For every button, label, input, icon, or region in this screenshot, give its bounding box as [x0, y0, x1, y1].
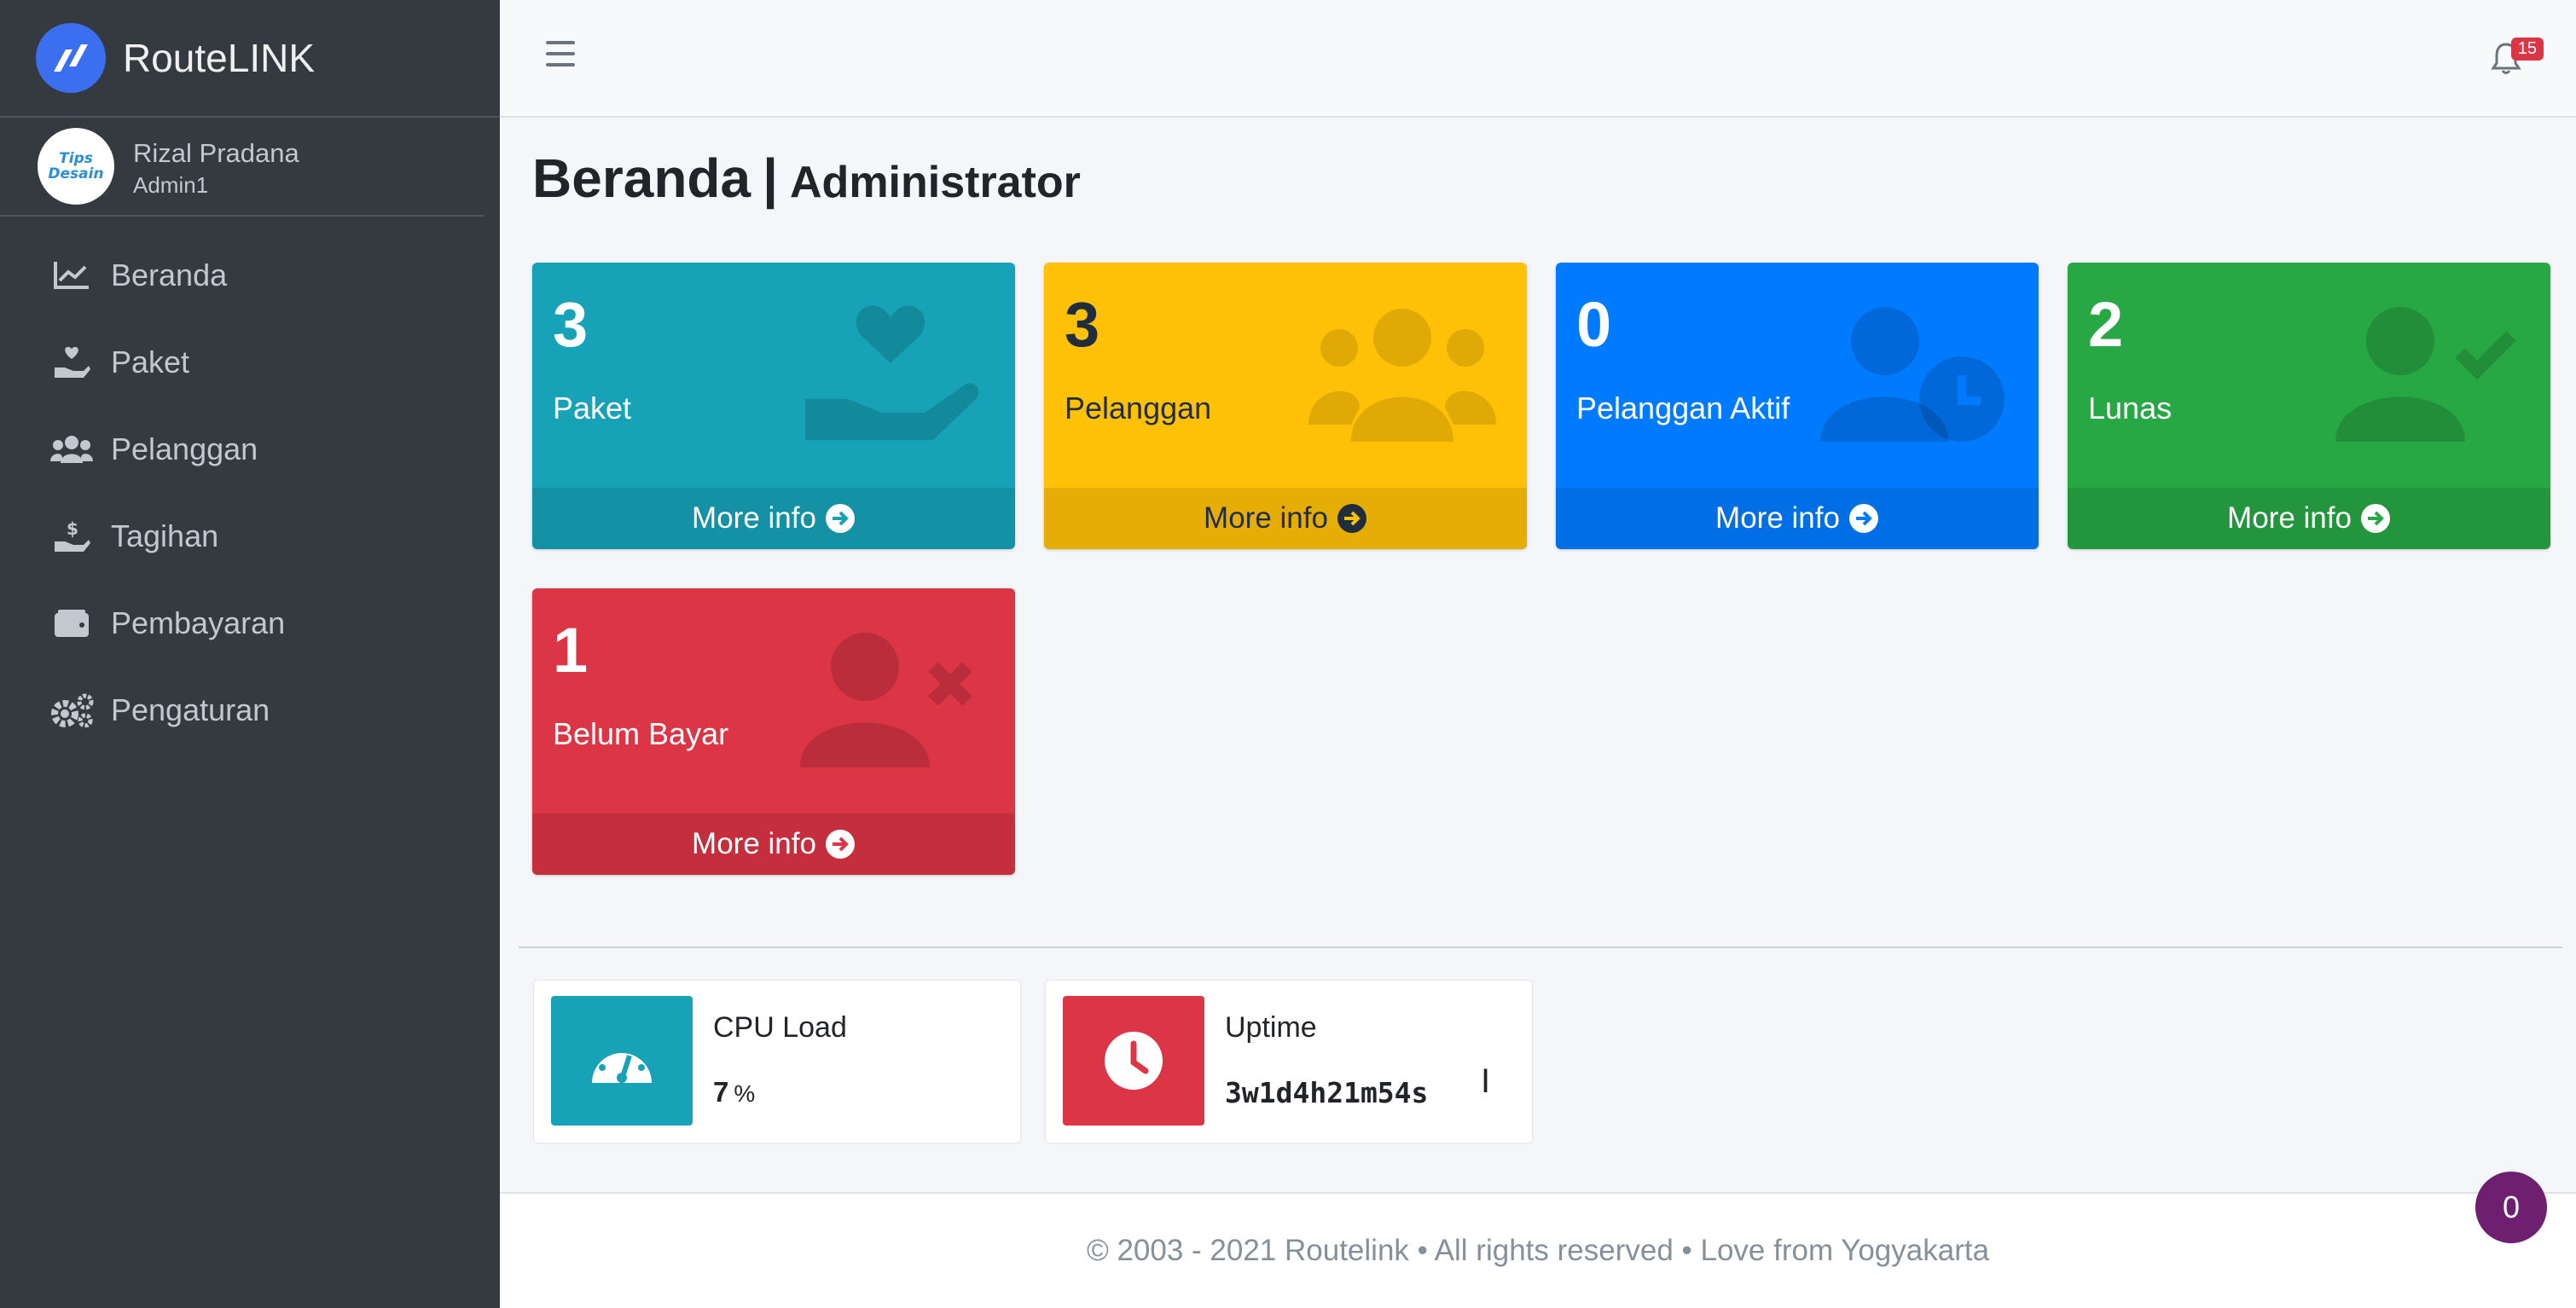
stat-box-pelanggan-aktif: 0 Pelanggan Aktif More info — [1556, 263, 2039, 549]
arrow-circle-right-icon — [825, 503, 856, 534]
sidebar-item-label: Pengaturan — [111, 692, 270, 727]
brand-name: RouteLINK — [123, 36, 316, 80]
avatar: Tips Desain — [38, 128, 114, 205]
user-role: Admin1 — [133, 171, 209, 198]
more-info-link[interactable]: More info — [1556, 488, 2039, 549]
page-footer: © 2003 - 2021 Routelink • All rights res… — [500, 1192, 2576, 1308]
stat-box-paket: 3 Paket More info — [532, 263, 1015, 549]
arrow-circle-right-icon — [2360, 503, 2391, 534]
brand[interactable]: RouteLINK — [0, 0, 500, 118]
hamburger-menu-icon[interactable] — [546, 41, 575, 75]
avatar-text-top: Tips — [59, 150, 93, 167]
sidebar: RouteLINK Tips Desain Rizal Pradana Admi… — [0, 0, 500, 1308]
wallet-icon — [49, 606, 94, 640]
stat-box-lunas: 2 Lunas More info — [2068, 263, 2550, 549]
stat-box-belum-bayar: 1 Belum Bayar More info — [532, 588, 1015, 875]
hand-heart-icon — [49, 345, 94, 379]
stat-value: 0 — [1576, 289, 1612, 360]
more-info-link[interactable]: More info — [2068, 488, 2550, 549]
stat-value: 3 — [1065, 289, 1100, 360]
sidebar-item-paket[interactable]: Paket — [0, 319, 500, 406]
sidebar-item-label: Pelanggan — [111, 431, 258, 466]
arrow-circle-right-icon — [825, 829, 856, 859]
sidebar-item-label: Paket — [111, 344, 190, 379]
floating-counter-button[interactable]: 0 — [2475, 1172, 2547, 1243]
user-times-icon — [797, 622, 984, 776]
info-box-cpu: CPU Load 7% — [534, 981, 1020, 1143]
tachometer-icon — [551, 996, 693, 1126]
text-cursor-icon: I — [1481, 1062, 1491, 1100]
user-check-icon — [2332, 297, 2520, 450]
more-info-label: More info — [692, 827, 816, 860]
info-box-label: Uptime — [1225, 1011, 1317, 1044]
info-box-label: CPU Load — [713, 1011, 847, 1044]
users-icon — [49, 432, 94, 466]
title-separator: | — [763, 148, 778, 209]
top-navbar: 15 — [500, 0, 2576, 118]
sidebar-item-label: Pembayaran — [111, 605, 286, 640]
sidebar-item-beranda[interactable]: Beranda — [0, 232, 500, 319]
footer-text: © 2003 - 2021 Routelink • All rights res… — [1086, 1234, 1990, 1267]
cpu-value: 7 — [713, 1076, 729, 1108]
stat-label: Pelanggan Aktif — [1576, 391, 1790, 425]
stat-box-pelanggan: 3 Pelanggan More info — [1044, 263, 1527, 549]
stat-label: Belum Bayar — [553, 716, 729, 751]
sidebar-item-tagihan[interactable]: $ Tagihan — [0, 493, 500, 580]
page-title-main: Beranda — [532, 148, 751, 209]
stat-value: 3 — [553, 289, 589, 360]
more-info-link[interactable]: More info — [1044, 488, 1527, 549]
user-panel[interactable]: Tips Desain Rizal Pradana Admin1 — [0, 118, 484, 217]
info-box-value: 7% — [713, 1076, 755, 1108]
stat-label: Pelanggan — [1065, 391, 1212, 425]
avatar-text-bottom: Desain — [48, 165, 104, 182]
sidebar-item-label: Beranda — [111, 258, 228, 292]
sidebar-nav: Beranda Paket Pelanggan $ Tagihan Pembay… — [0, 217, 500, 754]
floating-count: 0 — [2502, 1189, 2521, 1224]
more-info-link[interactable]: More info — [532, 813, 1015, 875]
page-title-sub: Administrator — [790, 158, 1081, 207]
brand-logo-icon — [36, 23, 106, 93]
notification-badge: 15 — [2510, 38, 2544, 61]
user-clock-icon — [1820, 297, 2008, 450]
hand-heart-icon — [797, 297, 984, 450]
more-info-label: More info — [1715, 501, 1840, 535]
more-info-label: More info — [2227, 501, 2352, 535]
stat-label: Lunas — [2088, 391, 2173, 425]
sidebar-item-pengaturan[interactable]: Pengaturan — [0, 667, 500, 754]
sidebar-item-pelanggan[interactable]: Pelanggan — [0, 406, 500, 493]
svg-text:$: $ — [67, 519, 78, 539]
arrow-circle-right-icon — [1337, 503, 1367, 534]
page-title: Beranda | Administrator — [532, 147, 1081, 210]
users-icon — [1308, 297, 1496, 450]
more-info-label: More info — [692, 501, 816, 535]
more-info-label: More info — [1204, 501, 1328, 535]
info-box-uptime: Uptime 3w1d4h21m54s — [1046, 981, 1532, 1143]
sidebar-item-pembayaran[interactable]: Pembayaran — [0, 580, 500, 667]
arrow-circle-right-icon — [1848, 503, 1879, 534]
more-info-link[interactable]: More info — [532, 488, 1015, 549]
clock-icon — [1063, 996, 1204, 1126]
sidebar-item-label: Tagihan — [111, 518, 219, 553]
stat-label: Paket — [553, 391, 632, 425]
stat-value: 1 — [553, 615, 589, 686]
stat-value: 2 — [2088, 289, 2124, 360]
hand-money-icon: $ — [49, 519, 94, 553]
cpu-unit: % — [734, 1080, 756, 1107]
chart-line-icon — [49, 258, 94, 292]
section-divider — [519, 946, 2562, 948]
user-name: Rizal Pradana — [133, 137, 299, 168]
uptime-value: 3w1d4h21m54s — [1225, 1076, 1429, 1109]
gears-icon — [49, 693, 94, 727]
